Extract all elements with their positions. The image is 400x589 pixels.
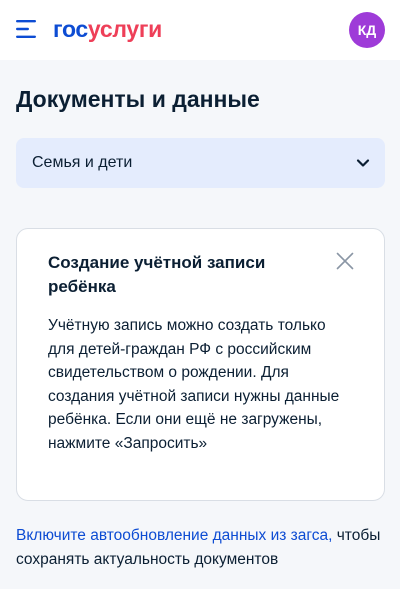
app-header: госуслуги КД — [0, 0, 400, 60]
info-card-text: Учётную запись можно создать только для … — [48, 317, 340, 452]
close-icon[interactable] — [336, 252, 354, 270]
user-avatar[interactable]: КД — [349, 12, 385, 48]
category-select-value: Семья и дети — [32, 154, 133, 171]
logo-part-uslugi: услуги — [87, 16, 162, 42]
page-title: Документы и данные — [16, 86, 260, 112]
autoupdate-notice: Включите автообновление данных из загса,… — [16, 524, 388, 572]
chevron-down-icon — [356, 159, 370, 167]
logo-part-gos: гос — [53, 16, 88, 42]
menu-icon[interactable] — [16, 19, 38, 39]
info-card-title: Создание учётной записи ребёнка — [48, 253, 266, 296]
enable-autoupdate-link[interactable]: Включите автообновление данных из загса, — [16, 527, 332, 544]
category-select[interactable]: Семья и дети — [16, 138, 385, 188]
gosuslugi-logo[interactable]: госуслуги — [53, 14, 162, 44]
info-card: Создание учётной записи ребёнка Учётную … — [16, 228, 385, 501]
